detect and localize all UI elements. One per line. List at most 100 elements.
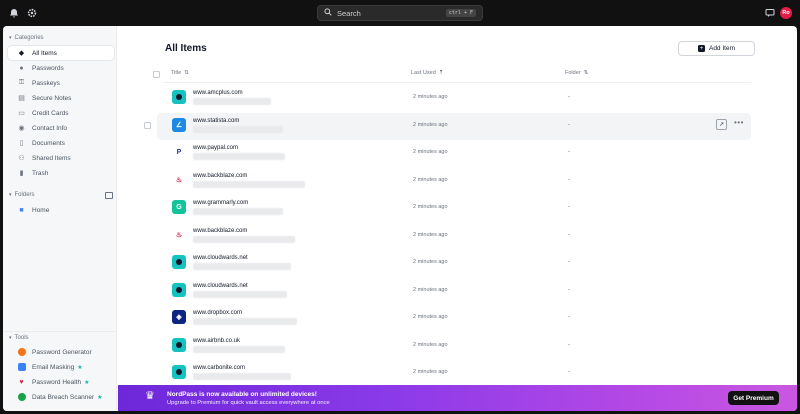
item-folder: - — [568, 314, 570, 320]
table-row[interactable]: ∠ www.statista.com 2 minutes ago - ↗ ••• — [144, 112, 751, 140]
statista-logo-icon: ∠ — [172, 117, 186, 132]
item-folder: - — [568, 94, 570, 100]
table-row[interactable]: Pwww.paypal.com 2 minutes ago - — [157, 140, 751, 167]
sidebar-item-contact-info[interactable]: ◉ Contact Info — [8, 121, 114, 135]
sidebar-item-passwords[interactable]: ● Passwords — [8, 61, 114, 75]
tool-password-generator[interactable]: Password Generator — [8, 345, 114, 359]
item-last-used: 2 minutes ago — [413, 341, 448, 348]
premium-star-icon: ★ — [97, 394, 103, 401]
sidebar-item-all-items[interactable]: ◆ All Items — [8, 46, 114, 60]
column-header-last-used[interactable]: Last Used ⇡ — [411, 70, 443, 76]
backblaze-logo-icon: ♨ — [172, 227, 186, 242]
item-site: www.carbonite.com — [193, 365, 246, 371]
tool-password-health[interactable]: ♥ Password Health ★ — [8, 375, 114, 389]
tools-header[interactable]: ▾ Tools — [9, 335, 29, 341]
search-input[interactable]: Search ctrl + F — [317, 5, 483, 21]
trash-icon: ▮ — [19, 170, 24, 177]
item-last-used: 2 minutes ago — [413, 176, 448, 183]
table-row[interactable]: ♨ www.backblaze.com 2 minutes ago - — [157, 168, 751, 195]
main-content: All Items + Add Item Title ⇅ Last Used ⇡… — [117, 26, 797, 411]
top-bar: Search ctrl + F Ro — [0, 0, 800, 26]
add-item-button[interactable]: + Add Item — [678, 41, 755, 56]
airbnb-logo-icon — [172, 337, 186, 352]
note-icon: ▤ — [18, 95, 25, 102]
credit-card-icon: ▭ — [18, 110, 25, 117]
get-premium-button[interactable]: Get Premium — [728, 391, 779, 405]
item-username-redacted — [193, 208, 283, 215]
layers-icon: ◆ — [18, 50, 25, 57]
dropbox-logo-icon: ◈ — [172, 310, 186, 324]
select-all-checkbox[interactable] — [153, 71, 160, 78]
item-last-used: 2 minutes ago — [413, 204, 448, 210]
shared-icon: ⚇ — [18, 155, 25, 162]
table-row[interactable]: www.amcplus.com 2 minutes ago - — [157, 85, 751, 112]
cloudwards-logo-icon — [172, 255, 186, 269]
search-icon — [324, 8, 332, 18]
chevron-down-icon: ▾ — [9, 192, 12, 198]
email-mask-icon — [17, 363, 26, 372]
sidebar-item-trash[interactable]: ▮ Trash — [8, 166, 114, 180]
column-header-title[interactable]: Title ⇅ — [171, 70, 189, 76]
item-site: www.cloudwards.net — [193, 255, 248, 261]
item-username-redacted — [193, 98, 271, 105]
premium-star-icon: ★ — [84, 379, 90, 386]
passkey-icon: ⚿ — [18, 79, 25, 86]
plus-icon: + — [697, 45, 705, 52]
item-folder: - — [568, 286, 570, 293]
chevron-down-icon: ▾ — [9, 335, 12, 341]
item-username-redacted — [193, 180, 305, 188]
sidebar-item-credit-cards[interactable]: ▭ Credit Cards — [8, 106, 114, 120]
password-icon: ● — [19, 64, 24, 72]
item-site: www.statista.com — [193, 117, 240, 124]
header-divider — [163, 82, 751, 83]
column-header-folder[interactable]: Folder ⇅ — [565, 70, 588, 76]
item-site: www.backblaze.com — [193, 172, 248, 179]
item-site: www.amcplus.com — [193, 90, 243, 96]
item-username-redacted — [193, 318, 297, 325]
sidebar-item-passkeys[interactable]: ⚿ Passkeys — [8, 76, 114, 90]
sidebar-item-secure-notes[interactable]: ▤ Secure Notes — [8, 91, 114, 105]
backblaze-logo-icon: ♨ — [172, 172, 186, 187]
document-icon: ▯ — [19, 140, 24, 147]
table-row[interactable]: www.carbonite.com 2 minutes ago - — [157, 360, 751, 387]
sort-icon: ⇅ — [184, 70, 189, 76]
item-folder: - — [568, 149, 570, 155]
tool-data-breach-scanner[interactable]: Data Breach Scanner ★ — [8, 390, 114, 404]
search-placeholder: Search — [337, 8, 361, 18]
item-last-used: 2 minutes ago — [413, 314, 448, 320]
table-row[interactable]: ♨ www.backblaze.com 2 minutes ago - — [157, 223, 751, 250]
open-link-icon[interactable]: ↗ — [716, 118, 727, 130]
item-username-redacted — [193, 263, 291, 270]
scanner-icon — [17, 393, 26, 402]
item-site: www.grammarly.com — [193, 200, 249, 206]
table-row[interactable]: www.airbnb.co.uk 2 minutes ago - — [157, 333, 751, 360]
crown-icon: ♛ — [145, 390, 155, 402]
table-row[interactable]: Gwww.grammarly.com 2 minutes ago - — [157, 195, 751, 222]
table-row[interactable]: www.cloudwards.net 2 minutes ago - — [157, 278, 751, 305]
item-last-used: 2 minutes ago — [413, 369, 448, 375]
add-folder-icon[interactable] — [105, 192, 113, 199]
sidebar-item-folder-home[interactable]: ■ Home — [8, 203, 114, 217]
tool-email-masking[interactable]: Email Masking ★ — [8, 360, 114, 374]
banner-subtext: Upgrade to Premium for quick vault acces… — [167, 400, 330, 406]
folders-header[interactable]: ▾ Folders — [9, 192, 35, 198]
chat-icon[interactable] — [763, 6, 777, 20]
categories-header[interactable]: ▾ Categories — [9, 35, 44, 41]
table-row[interactable]: www.cloudwards.net 2 minutes ago - — [157, 250, 751, 277]
item-site: www.paypal.com — [193, 145, 239, 151]
amc-logo-icon — [172, 90, 186, 104]
bell-icon[interactable] — [7, 6, 21, 20]
sidebar-item-documents[interactable]: ▯ Documents — [8, 136, 114, 150]
promo-banner: ♛ NordPass is now available on unlimited… — [118, 385, 797, 411]
contact-icon: ◉ — [18, 125, 25, 132]
sidebar-item-shared-items[interactable]: ⚇ Shared Items — [8, 151, 114, 165]
gear-icon[interactable] — [25, 6, 39, 20]
item-last-used: 2 minutes ago — [413, 121, 448, 128]
avatar[interactable]: Ro — [780, 7, 792, 19]
item-site: www.airbnb.co.uk — [193, 337, 241, 344]
item-folder: - — [568, 231, 570, 238]
row-checkbox[interactable] — [144, 121, 151, 129]
item-last-used: 2 minutes ago — [413, 286, 448, 293]
more-options-icon[interactable]: ••• — [734, 118, 744, 127]
table-row[interactable]: ◈ www.dropbox.com 2 minutes ago - — [157, 305, 751, 332]
